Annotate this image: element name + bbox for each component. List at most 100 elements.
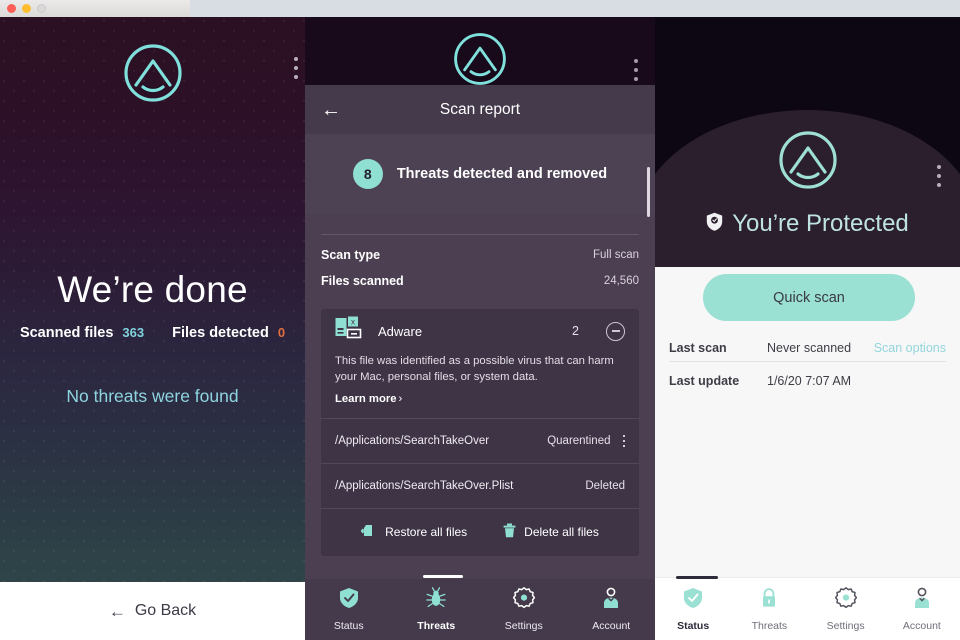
- circle-minus-icon[interactable]: [606, 321, 625, 341]
- page-title: We’re done: [57, 269, 248, 310]
- threat-card-adware: x Adware 2 This file was identified as a…: [321, 309, 639, 556]
- shield-check-icon: [339, 587, 359, 614]
- scan-stats: Scanned files 363 Files detected 0: [0, 325, 305, 341]
- panel-status: You’re Protected Quick scan Last scan Ne…: [655, 17, 960, 640]
- nav-label: Status: [333, 620, 364, 632]
- minus-bar: [611, 330, 620, 332]
- restore-file-icon: [360, 524, 377, 541]
- app-window: We’re done Scanned files 363 Files detec…: [0, 0, 960, 640]
- menu-dot: [634, 77, 638, 81]
- panel-scan-report: ← Scan report 8 Threats detected and rem…: [305, 17, 655, 640]
- mid-panel-logo-bar: [305, 17, 655, 85]
- threat-name: Adware: [378, 323, 423, 339]
- no-threats-message: No threats were found: [66, 386, 239, 406]
- nav-label: Threats: [417, 620, 456, 632]
- nav-label: Account: [592, 620, 631, 632]
- account-icon: [601, 587, 621, 614]
- nav-item-threats[interactable]: Threats: [731, 587, 807, 632]
- learn-more-link[interactable]: Learn more ›: [321, 386, 639, 418]
- nav-item-account[interactable]: Account: [884, 587, 960, 632]
- back-button[interactable]: ←: [321, 100, 341, 120]
- last-scan-label: Last scan: [669, 341, 727, 355]
- app-logo: [777, 129, 839, 196]
- shield-check-icon: [683, 587, 703, 614]
- quick-scan-button[interactable]: Quick scan: [703, 274, 915, 321]
- menu-dot: [622, 444, 625, 447]
- info-row-last-update: Last update 1/6/20 7:07 AM: [669, 372, 946, 390]
- file-status: Quarentined: [547, 434, 611, 447]
- nav-label: Settings: [826, 620, 865, 632]
- threat-summary-text: Threats detected and removed: [396, 166, 608, 182]
- zoom-window-button[interactable]: [37, 4, 46, 13]
- window-controls[interactable]: [7, 4, 46, 13]
- files-detected-value: 0: [277, 325, 286, 340]
- menu-dot: [294, 57, 298, 61]
- nav-label: Account: [902, 620, 941, 632]
- panel-scan-complete: We’re done Scanned files 363 Files detec…: [0, 17, 305, 640]
- files-scanned-value: 24,560: [603, 275, 639, 287]
- overflow-menu-icon[interactable]: [294, 57, 298, 79]
- nav-item-settings[interactable]: Settings: [808, 587, 884, 632]
- menu-dot: [294, 66, 298, 70]
- go-back-button[interactable]: ← Go Back: [0, 582, 305, 640]
- window-titlebar: [0, 0, 960, 17]
- nav-row: Status Threats Settings Account: [305, 579, 655, 640]
- go-back-label: Go Back: [134, 602, 197, 619]
- scan-options-link[interactable]: Scan options: [874, 341, 946, 355]
- nav-label: Status: [677, 620, 710, 632]
- shield-check-icon: [706, 212, 723, 237]
- divider: [321, 234, 639, 235]
- nav-item-status[interactable]: Status: [305, 587, 393, 632]
- account-icon: [912, 587, 932, 614]
- threat-card-header[interactable]: x Adware 2: [321, 309, 639, 353]
- restore-all-files-label: Restore all files: [385, 525, 468, 540]
- protection-status-text: You’re Protected: [732, 210, 909, 237]
- menu-dot: [634, 68, 638, 72]
- info-row-files-scanned: Files scanned 24,560: [321, 274, 639, 288]
- gear-icon: [512, 587, 535, 614]
- chevron-right-icon: ›: [398, 392, 403, 405]
- nav-item-account[interactable]: Account: [568, 587, 656, 632]
- bug-icon: [425, 587, 447, 614]
- threat-description: This file was identified as a possible v…: [335, 355, 614, 384]
- scanned-files-value: 363: [122, 325, 145, 340]
- files-scanned-label: Files scanned: [321, 274, 404, 288]
- bottom-navigation: Status Threats Settings Account: [305, 575, 655, 640]
- table-row[interactable]: /Applications/SearchTakeOver Quarentined: [321, 417, 639, 463]
- kebab-menu-icon[interactable]: [622, 434, 625, 447]
- close-window-button[interactable]: [7, 4, 16, 13]
- menu-dot: [937, 183, 941, 187]
- table-row[interactable]: /Applications/SearchTakeOver.Plist Delet…: [321, 462, 639, 508]
- active-tab-indicator: [676, 576, 718, 579]
- file-status: Deleted: [585, 479, 625, 492]
- page-title: Scan report: [439, 100, 521, 118]
- bottom-navigation: Status Threats Settings Account: [655, 576, 960, 640]
- menu-dot: [937, 165, 941, 169]
- last-update-value: 1/6/20 7:07 AM: [767, 374, 852, 388]
- nav-label: Settings: [504, 620, 543, 632]
- arrow-left-icon: ←: [108, 601, 126, 621]
- protection-status: You’re Protected: [655, 210, 960, 238]
- delete-all-files-label: Delete all files: [524, 525, 599, 540]
- menu-dot: [622, 434, 625, 437]
- menu-dot: [634, 59, 638, 63]
- minimize-window-button[interactable]: [22, 4, 31, 13]
- nav-item-threats[interactable]: Threats: [393, 587, 481, 632]
- info-row-scan-type: Scan type Full scan: [321, 248, 639, 262]
- app-logo: [452, 31, 508, 92]
- delete-all-files-button[interactable]: Delete all files: [503, 523, 599, 541]
- file-virus-icon: x: [335, 316, 365, 347]
- nav-item-status[interactable]: Status: [655, 587, 731, 632]
- last-scan-value: Never scanned: [767, 341, 852, 355]
- overflow-menu-icon[interactable]: [937, 165, 941, 187]
- learn-more-label: Learn more: [335, 392, 397, 405]
- nav-row: Status Threats Settings Account: [655, 578, 960, 640]
- threat-summary-banner: 8 Threats detected and removed: [305, 134, 655, 214]
- quick-scan-label: Quick scan: [773, 289, 845, 306]
- vertical-scrollbar[interactable]: [647, 167, 650, 217]
- restore-all-files-button[interactable]: Restore all files: [360, 524, 468, 541]
- overflow-menu-icon[interactable]: [634, 59, 638, 81]
- menu-dot: [937, 174, 941, 178]
- svg-text:x: x: [351, 317, 355, 326]
- nav-item-settings[interactable]: Settings: [480, 587, 568, 632]
